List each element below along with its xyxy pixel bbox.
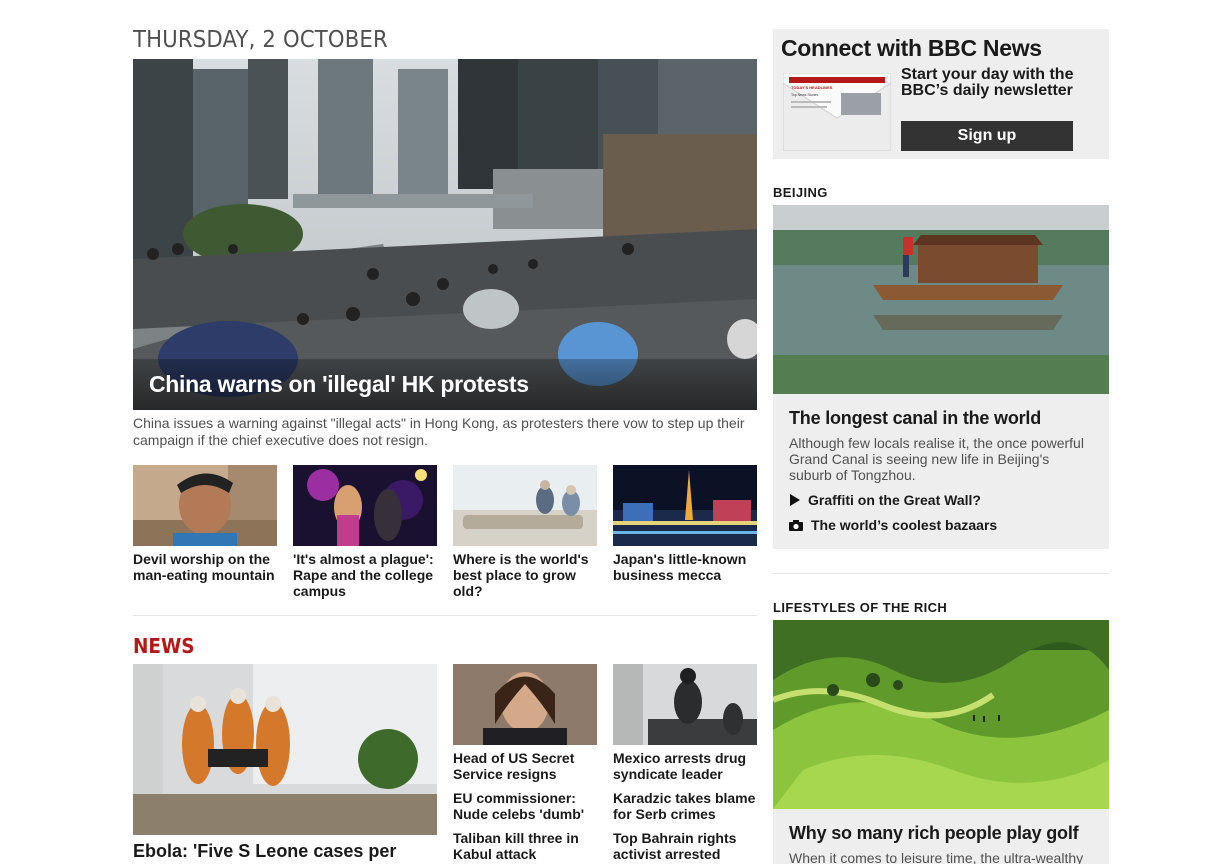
rich-heading[interactable]: LIFESTYLES OF THE RICH [773, 600, 1109, 620]
news-link[interactable]: Head of US Secret Service resigns [453, 750, 597, 782]
date-heading: THURSDAY, 2 OCTOBER [133, 27, 388, 53]
newsletter-promo: Connect with BBC News TODAY'S HEADLINES … [773, 29, 1109, 159]
newsletter-sub-text: Top News Stories [791, 93, 818, 97]
newsletter-text: Start your day with the BBC’s daily news… [901, 66, 1074, 99]
beijing-summary: Although few locals realise it, the once… [789, 435, 1084, 483]
section-divider [773, 573, 1109, 574]
feature-image [133, 465, 277, 546]
section-divider [133, 615, 757, 616]
feature-title[interactable]: Devil worship on the man-eating mountain [133, 551, 277, 583]
beijing-promo[interactable]: The longest canal in the world Although … [773, 205, 1109, 549]
news-main-title[interactable]: Ebola: 'Five S Leone cases per hour' [133, 841, 437, 864]
sign-up-button[interactable]: Sign up [901, 121, 1073, 151]
news-column: Mexico arrests drug syndicate leader Kar… [613, 664, 757, 864]
beijing-heading[interactable]: BEIJING [773, 185, 1109, 205]
golf-image [773, 620, 1109, 809]
main-column: THURSDAY, 2 OCTOBER China warns on 'ille… [133, 25, 757, 864]
camera-icon [789, 519, 803, 531]
news-link[interactable]: Karadzic takes blame for Serb crimes [613, 790, 757, 822]
beijing-link-graffiti[interactable]: Graffiti on the Great Wall? [789, 492, 1093, 508]
news-image[interactable] [613, 664, 757, 745]
news-image[interactable] [453, 664, 597, 745]
feature-row: Devil worship on the man-eating mountain… [133, 465, 757, 599]
news-link[interactable]: Taliban kill three in Kabul attack [453, 830, 597, 862]
feature-card[interactable]: Japan's little-known business mecca [613, 465, 757, 599]
feature-card[interactable]: Where is the world's best place to grow … [453, 465, 597, 599]
link-label: Graffiti on the Great Wall? [808, 492, 981, 508]
news-column: Head of US Secret Service resigns EU com… [453, 664, 597, 864]
rich-title[interactable]: Why so many rich people play golf [789, 823, 1093, 844]
feature-card[interactable]: Devil worship on the man-eating mountain [133, 465, 277, 599]
news-heading[interactable]: NEWS [133, 634, 707, 660]
newsletter-image: TODAY'S HEADLINES Top News Stories [783, 73, 891, 151]
beijing-title[interactable]: The longest canal in the world [789, 408, 1093, 429]
beijing-link-bazaars[interactable]: The world’s coolest bazaars [789, 517, 1093, 533]
feature-image [293, 465, 437, 546]
top-story-image [133, 59, 757, 410]
feature-title[interactable]: 'It's almost a plague': Rape and the col… [293, 551, 437, 599]
news-link[interactable]: EU commissioner: Nude celebs 'dumb' [453, 790, 597, 822]
feature-image [613, 465, 757, 546]
play-icon [790, 494, 800, 506]
news-link[interactable]: Top Bahrain rights activist arrested [613, 830, 757, 862]
newsletter-header-text: TODAY'S HEADLINES [791, 85, 833, 90]
rich-promo[interactable]: Why so many rich people play golf When i… [773, 620, 1109, 864]
feature-title[interactable]: Where is the world's best place to grow … [453, 551, 597, 599]
beijing-image [773, 205, 1109, 394]
feature-card[interactable]: 'It's almost a plague': Rape and the col… [293, 465, 437, 599]
feature-title[interactable]: Japan's little-known business mecca [613, 551, 757, 583]
rich-summary: When it comes to leisure time, the ultra… [789, 850, 1084, 864]
sidebar: Connect with BBC News TODAY'S HEADLINES … [773, 29, 1109, 864]
news-main-story[interactable]: Ebola: 'Five S Leone cases per hour' [133, 664, 437, 864]
news-row: Ebola: 'Five S Leone cases per hour' Hea… [133, 664, 757, 864]
feature-image [453, 465, 597, 546]
top-story-summary: China issues a warning against "illegal … [133, 415, 745, 448]
news-link[interactable]: Mexico arrests drug syndicate leader [613, 750, 757, 782]
news-main-image [133, 664, 437, 835]
top-story-title[interactable]: China warns on 'illegal' HK protests [133, 359, 757, 410]
top-story[interactable]: China warns on 'illegal' HK protests [133, 59, 757, 410]
newsletter-title: Connect with BBC News [781, 35, 1042, 61]
link-label: The world’s coolest bazaars [811, 517, 998, 533]
